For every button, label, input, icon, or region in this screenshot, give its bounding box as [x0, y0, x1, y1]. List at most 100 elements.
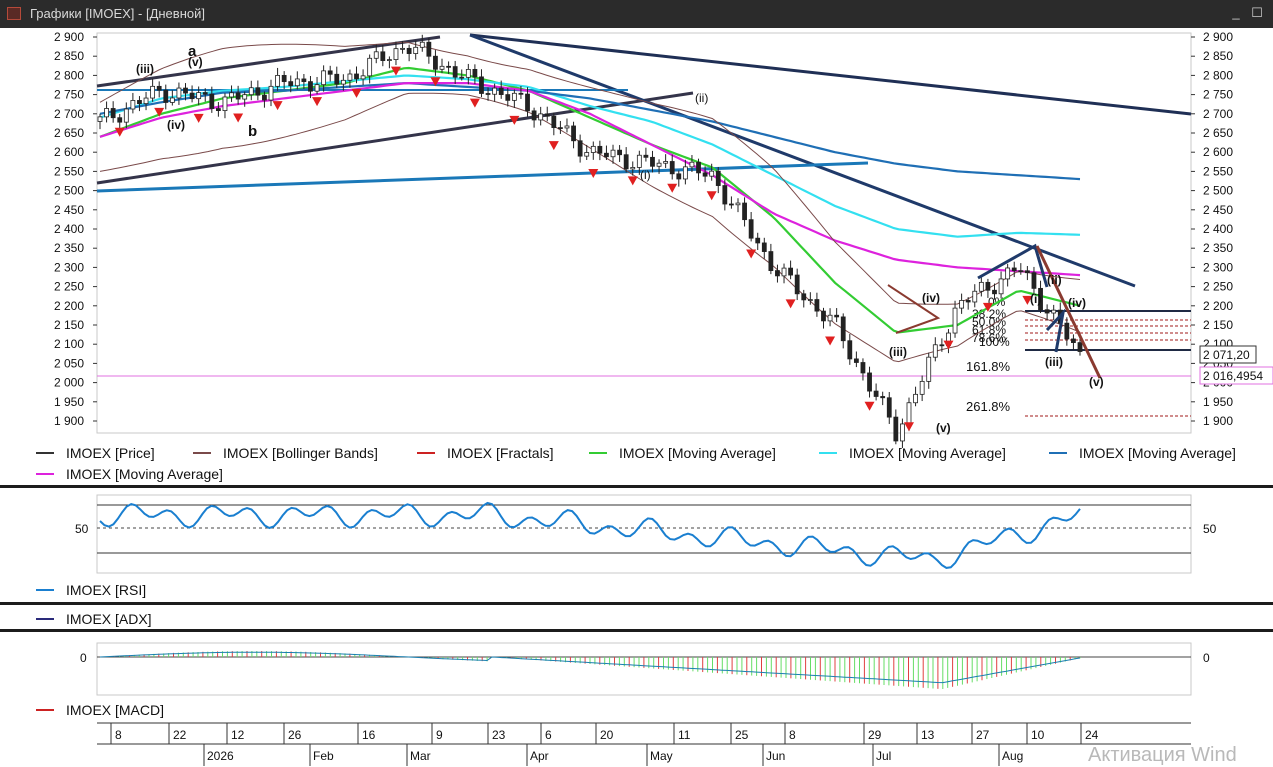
candle-body [189, 92, 195, 100]
candle-body [426, 41, 432, 57]
candle-body [104, 108, 109, 118]
candle-body [590, 145, 596, 153]
chart-canvas[interactable]: 2 900 2 850 2 800 2 750 2 700 2 650 2 600 2 550… [0, 0, 1273, 766]
price-tick-right: 2 700 [1203, 107, 1233, 121]
candle-body [623, 154, 629, 170]
time-axis-day-label: 6 [545, 728, 552, 742]
candle-body [314, 84, 320, 92]
candle-body [472, 69, 478, 78]
moving-average-line [99, 74, 1081, 238]
candle-body [518, 92, 524, 95]
fractal-down-icon [193, 113, 204, 123]
candle-body [794, 274, 800, 295]
time-axis-day-label: 22 [173, 728, 187, 742]
legend-label: IMOEX [Price] [66, 445, 155, 461]
candle-body [406, 47, 412, 54]
macd-panel-separator [0, 629, 1273, 632]
time-axis-month-label: Feb [313, 749, 334, 763]
candle-body [446, 65, 451, 68]
fibonacci-levels: 0% 38.2% 50.0% 61.8% 78.6% 100% 161.8% 2… [966, 295, 1191, 417]
candle-body [169, 97, 175, 103]
fractal-down-icon [864, 401, 875, 411]
candle-body [419, 41, 425, 48]
candle-body [433, 55, 438, 70]
price-tick-left: 2 400 [54, 222, 84, 236]
candle-body [781, 267, 787, 277]
candle-body [288, 81, 294, 87]
candle-body [768, 251, 774, 271]
price-tick-right: 2 600 [1203, 145, 1233, 159]
candle-body [367, 57, 373, 77]
fractal-down-icon [469, 98, 480, 108]
candle-body [400, 47, 405, 50]
wave-ii-label: (ii) [695, 91, 708, 105]
candle-body [584, 152, 590, 157]
time-axis-day-label: 26 [288, 728, 302, 742]
price-tick-left: 1 900 [54, 414, 84, 428]
time-axis-month-label: Jun [766, 749, 785, 763]
candle-body [558, 127, 563, 129]
last-price-label: 2 071,20 [1203, 348, 1250, 362]
trend-lines [96, 33, 1192, 288]
rsi-panel-frame [96, 494, 1192, 574]
candle-body [492, 87, 498, 95]
candle-body [617, 149, 622, 156]
price-tick-left: 2 100 [54, 337, 84, 351]
price-tick-right: 2 200 [1203, 299, 1233, 313]
price-tick-right: 2 750 [1203, 88, 1233, 102]
fractal-down-icon [233, 113, 244, 123]
time-axis-day-label: 29 [868, 728, 882, 742]
time-axis-month-label: May [650, 749, 673, 763]
fractal-down-icon [785, 299, 796, 309]
candle-body [281, 75, 287, 83]
candle-body [564, 125, 570, 129]
candle-body [386, 59, 392, 61]
price-tick-left: 2 450 [54, 203, 84, 217]
time-axis-day-label: 9 [436, 728, 443, 742]
macd-zero-right: 0 [1203, 651, 1210, 665]
time-axis-day-label: 10 [1031, 728, 1045, 742]
price-tick-right: 2 450 [1203, 203, 1233, 217]
fib-100-label: 100% [979, 335, 1010, 349]
fib-161-label: 161.8% [966, 359, 1011, 374]
level-price-label: 2 016,4954 [1203, 369, 1263, 383]
price-tick-left: 2 650 [54, 126, 84, 140]
candle-body [1005, 267, 1011, 280]
fractal-down-icon [272, 101, 283, 111]
fractal-down-icon [351, 88, 362, 98]
legend-label: IMOEX [Bollinger Bands] [223, 445, 378, 461]
legend-label: IMOEX [Moving Average] [849, 445, 1006, 461]
candle-body [669, 161, 675, 175]
candle-body [202, 92, 208, 95]
candle-body [538, 113, 544, 121]
candle-body [972, 290, 978, 303]
legend-label: IMOEX [Moving Average] [619, 445, 776, 461]
candle-body [340, 79, 346, 85]
price-tick-left: 2 150 [54, 318, 84, 332]
fib-261-label: 261.8% [966, 399, 1011, 414]
candle-body [834, 314, 840, 318]
candle-body [465, 69, 471, 78]
candle-body [262, 94, 267, 101]
candle-body [597, 145, 603, 154]
candle-body [827, 314, 833, 322]
candle-body [840, 316, 846, 342]
fractal-down-icon [746, 249, 757, 259]
candle-body [965, 300, 971, 303]
candle-body [1011, 267, 1017, 272]
time-axis-day-label: 23 [492, 728, 506, 742]
candle-body [354, 73, 359, 80]
candle-body [525, 93, 530, 112]
candle-body [308, 81, 313, 92]
price-tick-right: 2 400 [1203, 222, 1233, 236]
candle-body [130, 100, 136, 110]
candle-body [860, 362, 866, 374]
candle-body [985, 281, 991, 291]
candle-body [577, 140, 583, 157]
candle-body [643, 154, 649, 158]
candle-body [919, 380, 925, 395]
candle-body [360, 75, 366, 80]
candle-body [610, 149, 616, 158]
candle-body [380, 51, 386, 61]
candle-body [906, 402, 912, 425]
